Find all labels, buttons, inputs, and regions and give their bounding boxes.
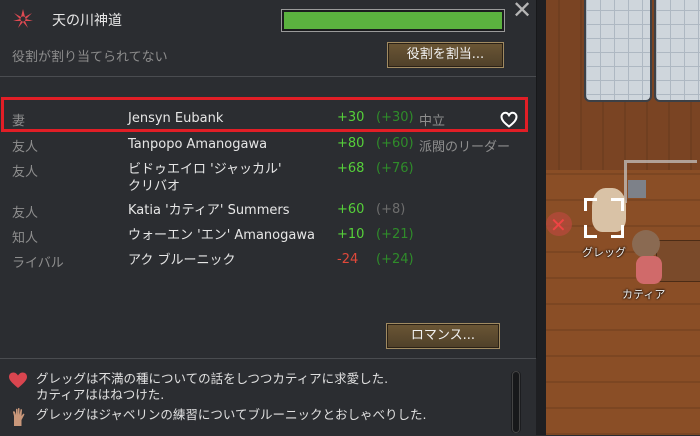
romance-button[interactable]: ロマンス... — [386, 323, 500, 349]
divider — [0, 76, 536, 77]
pawn-name[interactable]: ビドゥエイロ 'ジャッカル' クリバオ — [128, 161, 282, 195]
interaction-log: グレッグは不満の種についての話をしつつカティアに求愛した. カティアははねつけた… — [0, 358, 536, 436]
ideoligion-certainty-bar — [281, 9, 505, 32]
relation-type: 知人 — [12, 231, 39, 246]
relation-type: 友人 — [12, 165, 39, 180]
pawn-label-greg[interactable]: グレッグ — [582, 244, 626, 260]
log-entry[interactable]: グレッグは不満の種についての話をしつつカティアに求愛した. カティアははねつけた… — [36, 371, 388, 403]
highlight-box — [1, 97, 528, 132]
their-opinion-value: (+24) — [376, 252, 414, 267]
log-entry[interactable]: グレッグはジャベリンの練習についてブルーニックとおしゃべりした. — [36, 407, 426, 423]
relation-status: 派閥のリーダー — [419, 140, 511, 155]
their-opinion-value: (+8) — [376, 202, 406, 217]
log-text-line: グレッグは不満の種についての話をしつつカティアに求愛した. — [36, 371, 389, 386]
their-opinion-value: (+76) — [376, 161, 414, 176]
social-panel: 天の川神道 ✕ 役割が割り当てられてない 役割を割当... 妻 Jensyn Eu… — [0, 0, 537, 358]
ideoligion-name: 天の川神道 — [52, 13, 122, 29]
panel-header: 天の川神道 ✕ 役割が割り当てられてない 役割を割当... — [0, 0, 536, 78]
solar-panel[interactable] — [654, 0, 700, 102]
ideoligion-icon[interactable] — [12, 8, 34, 30]
log-text-line: カティアははねつけた. — [36, 387, 165, 402]
pawn-name[interactable]: ウォーエン 'エン' Amanogawa — [128, 227, 315, 244]
table[interactable] — [656, 240, 700, 282]
selection-bracket — [584, 198, 624, 238]
opinion-value: +10 — [337, 227, 365, 242]
opinion-value: +80 — [337, 136, 365, 151]
assign-role-button[interactable]: 役割を割当... — [387, 42, 504, 68]
game-world-view[interactable]: ✕ グレッグ カティア — [536, 0, 700, 435]
relation-type: ライバル — [12, 256, 64, 271]
opinion-value: +60 — [337, 202, 365, 217]
relation-type: 友人 — [12, 206, 39, 221]
stone-block — [628, 180, 646, 198]
pawn-katia-head[interactable] — [632, 230, 660, 258]
their-opinion-value: (+21) — [376, 227, 414, 242]
wall-shadow — [536, 0, 546, 435]
pawn-katia-body[interactable] — [636, 256, 662, 284]
scrollbar-thumb[interactable] — [512, 371, 520, 433]
certainty-bar-fill — [284, 12, 502, 29]
opinion-value: -24 — [337, 252, 359, 267]
pawn-name[interactable]: Katia 'カティア' Summers — [128, 202, 290, 219]
heart-icon — [9, 372, 27, 388]
opinion-value: +68 — [337, 161, 365, 176]
their-opinion-value: (+60) — [376, 136, 414, 151]
pawn-label-katia[interactable]: カティア — [622, 286, 665, 302]
solar-panel[interactable] — [584, 0, 652, 102]
relation-type: 友人 — [12, 140, 39, 155]
role-status-text: 役割が割り当てられてない — [12, 50, 168, 65]
hand-icon — [13, 408, 25, 426]
cross-mark-icon: ✕ — [550, 213, 567, 237]
log-text-line: グレッグはジャベリンの練習についてブルーニックとおしゃべりした. — [36, 407, 427, 422]
pawn-name[interactable]: Tanpopo Amanogawa — [128, 136, 267, 153]
close-button[interactable]: ✕ — [511, 0, 533, 22]
log-scrollbar[interactable] — [511, 371, 521, 433]
pawn-name[interactable]: アク ブルーニック — [128, 252, 235, 269]
